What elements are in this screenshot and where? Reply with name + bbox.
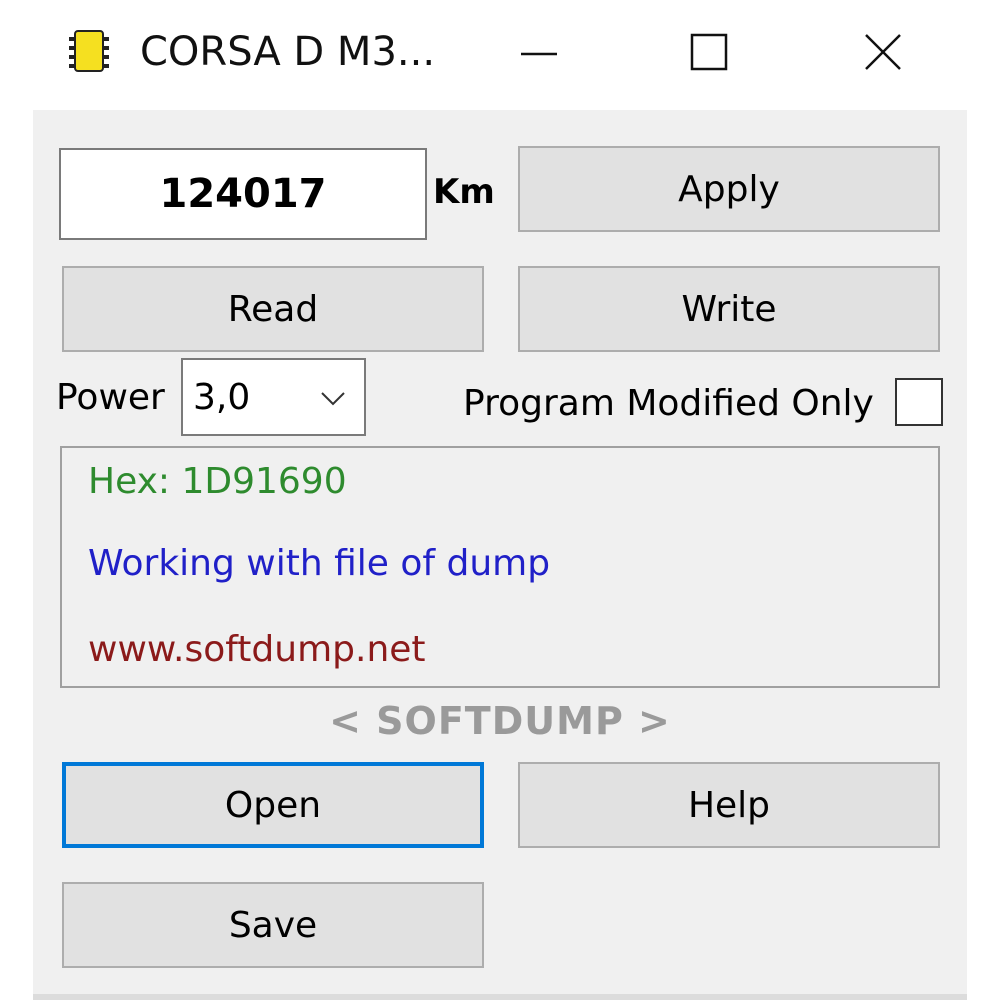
log-status-line: Working with file of dump xyxy=(88,543,551,584)
program-modified-only-checkbox[interactable] xyxy=(895,378,943,426)
chip-icon xyxy=(69,30,109,72)
power-select[interactable]: 3,0 xyxy=(181,358,366,436)
title-bar: CORSA D M3... xyxy=(0,0,1000,110)
log-website-line: www.softdump.net xyxy=(88,629,426,670)
odometer-unit-label: Km xyxy=(433,172,495,212)
power-label: Power xyxy=(56,377,165,418)
minimize-icon xyxy=(521,52,557,56)
close-button[interactable] xyxy=(838,20,928,84)
window-title: CORSA D M3... xyxy=(140,29,436,75)
odometer-input[interactable] xyxy=(59,148,427,240)
minimize-button[interactable] xyxy=(494,20,584,84)
open-button[interactable]: Open xyxy=(62,762,484,848)
read-button[interactable]: Read xyxy=(62,266,484,352)
brand-label: < SOFTDUMP > xyxy=(329,699,671,743)
maximize-icon xyxy=(690,33,728,71)
program-modified-only-label: Program Modified Only xyxy=(463,383,874,424)
help-button[interactable]: Help xyxy=(518,762,940,848)
power-selected-value: 3,0 xyxy=(193,377,251,418)
write-button[interactable]: Write xyxy=(518,266,940,352)
log-panel: Hex: 1D91690 Working with file of dump w… xyxy=(60,446,940,688)
log-hex-line: Hex: 1D91690 xyxy=(88,461,347,502)
close-icon xyxy=(865,34,901,70)
maximize-button[interactable] xyxy=(664,20,754,84)
chevron-down-icon xyxy=(321,392,345,406)
save-button[interactable]: Save xyxy=(62,882,484,968)
apply-button[interactable]: Apply xyxy=(518,146,940,232)
window-bottom-edge xyxy=(33,994,967,1000)
